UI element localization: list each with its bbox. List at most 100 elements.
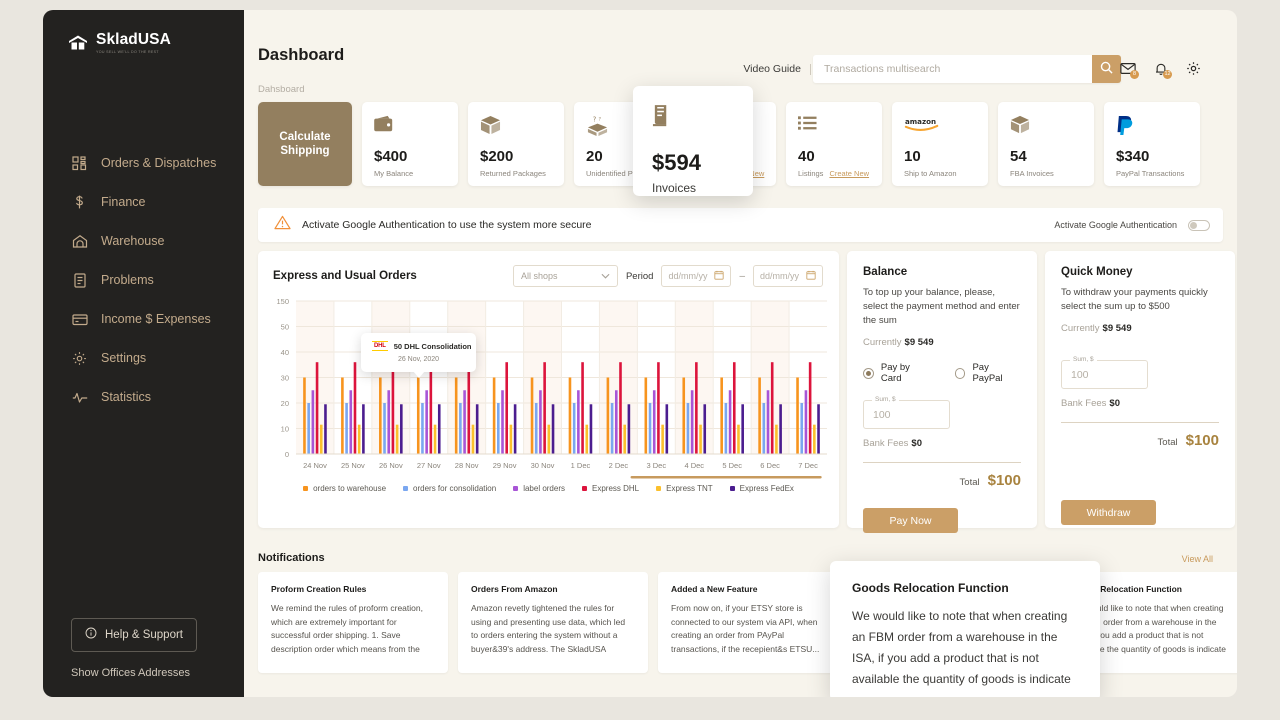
legend-item[interactable]: Express FedEx: [730, 484, 794, 493]
sidebar-item-label: Settings: [101, 351, 146, 365]
sidebar-item-settings[interactable]: Settings: [43, 344, 244, 373]
notification-card[interactable]: Proform Creation RulesWe remind the rule…: [258, 572, 448, 673]
stat-card-listings[interactable]: 40 Listings Create New: [786, 102, 882, 186]
search-input[interactable]: [813, 55, 1092, 83]
warehouse-logo-icon: [67, 34, 89, 51]
sidebar-item-label: Orders & Dispatches: [101, 156, 216, 170]
quick-money-sum-input[interactable]: Sum, $ 100: [1061, 360, 1148, 389]
stat-label: FBA Invoices: [1010, 169, 1084, 178]
notification-card[interactable]: Orders From AmazonAmazon revetly tighten…: [458, 572, 648, 673]
stat-card-my-balance[interactable]: $400 My Balance: [362, 102, 458, 186]
svg-text:10: 10: [281, 425, 289, 434]
date-to-input[interactable]: dd/mm/yy: [753, 265, 823, 287]
google-auth-toggle[interactable]: [1188, 220, 1210, 231]
sidebar-item-orders-dispatches[interactable]: Orders & Dispatches: [43, 149, 244, 178]
svg-text:30 Nov: 30 Nov: [531, 461, 555, 470]
sidebar-item-income-expenses[interactable]: Income $ Expenses: [43, 305, 244, 334]
brand-logo[interactable]: SkladUSA YOU SELL WE'LL DO THE REST: [43, 10, 244, 54]
sidebar-item-finance[interactable]: Finance: [43, 188, 244, 217]
chart-bar: [682, 378, 685, 455]
box-icon: [480, 115, 554, 141]
balance-sum-input[interactable]: Sum, $ 100: [863, 400, 950, 429]
chart-bar: [552, 404, 555, 454]
orders-chart-panel: Express and Usual Orders All shops Perio…: [258, 251, 839, 528]
svg-text:amazon: amazon: [905, 117, 936, 126]
legend-item[interactable]: Express TNT: [656, 484, 713, 493]
svg-text:3 Dec: 3 Dec: [647, 461, 667, 470]
floating-notification-card[interactable]: Goods Relocation Function We would like …: [830, 561, 1100, 697]
withdraw-button[interactable]: Withdraw: [1061, 500, 1156, 525]
pay-now-button[interactable]: Pay Now: [863, 508, 958, 533]
notification-card-title: Proform Creation Rules: [271, 584, 434, 594]
sidebar-item-warehouse[interactable]: Warehouse: [43, 227, 244, 256]
legend-swatch: [730, 486, 735, 491]
chart-title: Express and Usual Orders: [273, 270, 417, 282]
chart-bar: [497, 403, 500, 454]
legend-item[interactable]: label orders: [513, 484, 565, 493]
calculate-shipping-button[interactable]: Calculate Shipping: [258, 102, 352, 186]
sidebar: SkladUSA YOU SELL WE'LL DO THE REST Orde…: [43, 10, 244, 697]
chart-bar: [703, 404, 706, 454]
legend-item[interactable]: Express DHL: [582, 484, 639, 493]
video-guide-link[interactable]: Video Guide: [743, 63, 801, 75]
page-title: Dashboard: [258, 46, 344, 65]
chart-bar: [467, 362, 470, 454]
stat-card-fba-invoices[interactable]: 54 FBA Invoices: [998, 102, 1094, 186]
chart-bar: [539, 390, 542, 454]
chart-bar: [417, 378, 420, 455]
chart-bar: [585, 425, 588, 454]
tooltip-title: 50 DHL Consolidation: [394, 342, 472, 351]
view-all-link[interactable]: View All: [1182, 554, 1213, 564]
stat-card-returned-packages[interactable]: $200 Returned Packages: [468, 102, 564, 186]
chart-bar: [349, 390, 352, 454]
mail-icon[interactable]: 8: [1119, 60, 1136, 77]
gear-icon: [71, 350, 88, 367]
tooltip-header: DHL 50 DHL Consolidation: [372, 341, 465, 351]
legend-swatch: [582, 486, 587, 491]
chart-bar: [383, 403, 386, 454]
activate-google-auth-link[interactable]: Activate Google Authentication: [1054, 220, 1177, 230]
floating-invoices-card[interactable]: $594 Invoices: [633, 86, 753, 196]
chart-bar: [341, 378, 344, 455]
stat-value: 54: [1010, 149, 1084, 164]
legend-item[interactable]: orders to warehouse: [303, 484, 386, 493]
stat-card-ship-to-amazon[interactable]: amazon 10 Ship to Amazon: [892, 102, 988, 186]
chart-bar: [615, 390, 618, 454]
svg-text:6 Dec: 6 Dec: [760, 461, 780, 470]
chart-bar: [691, 390, 694, 454]
date-from-input[interactable]: dd/mm/yy: [661, 265, 731, 287]
stat-card-paypal-transactions[interactable]: $340 PayPal Transactions: [1104, 102, 1200, 186]
currently-label: Currently: [863, 337, 902, 348]
shop-select[interactable]: All shops: [513, 265, 618, 287]
help-support-button[interactable]: Help & Support: [71, 618, 197, 652]
chart-bar: [535, 403, 538, 454]
gear-icon[interactable]: [1185, 60, 1202, 77]
show-offices-addresses-link[interactable]: Show Offices Addresses: [71, 667, 244, 679]
chart-scrollbar[interactable]: [631, 476, 822, 479]
radio-pay-by-card[interactable]: Pay by Card: [863, 362, 933, 384]
fees-value: $0: [1109, 398, 1120, 409]
legend-item[interactable]: orders for consolidation: [403, 484, 496, 493]
chart-plot-area[interactable]: 0102030405015024 Nov25 Nov26 Nov27 Nov28…: [258, 295, 839, 475]
notification-card-title: Added a New Feature: [671, 584, 834, 594]
create-new-link[interactable]: Create New: [829, 169, 869, 178]
chart-bar: [345, 403, 348, 454]
sidebar-item-problems[interactable]: Problems: [43, 266, 244, 295]
help-support-label: Help & Support: [105, 629, 183, 641]
notification-card[interactable]: Added a New FeatureFrom now on, if your …: [658, 572, 848, 673]
chart-tooltip: DHL 50 DHL Consolidation 26 Nov, 2020: [361, 333, 476, 372]
bell-icon[interactable]: 12: [1152, 60, 1169, 77]
payment-method-radios: Pay by Card Pay PayPal: [863, 362, 1021, 384]
svg-text:7 Dec: 7 Dec: [798, 461, 818, 470]
sum-caption: Sum, $: [872, 396, 899, 403]
chart-bar: [741, 404, 744, 454]
calendar-icon: [806, 270, 816, 282]
invoices-value: $594: [652, 152, 753, 174]
svg-text:25 Nov: 25 Nov: [341, 461, 365, 470]
search-button[interactable]: [1092, 55, 1121, 83]
radio-pay-paypal[interactable]: Pay PayPal: [955, 362, 1021, 384]
sidebar-item-statistics[interactable]: Statistics: [43, 383, 244, 412]
legend-label: Express TNT: [666, 484, 713, 493]
quick-money-currently: Currently$9 549: [1061, 323, 1219, 334]
tooltip-arrow: [413, 371, 425, 378]
